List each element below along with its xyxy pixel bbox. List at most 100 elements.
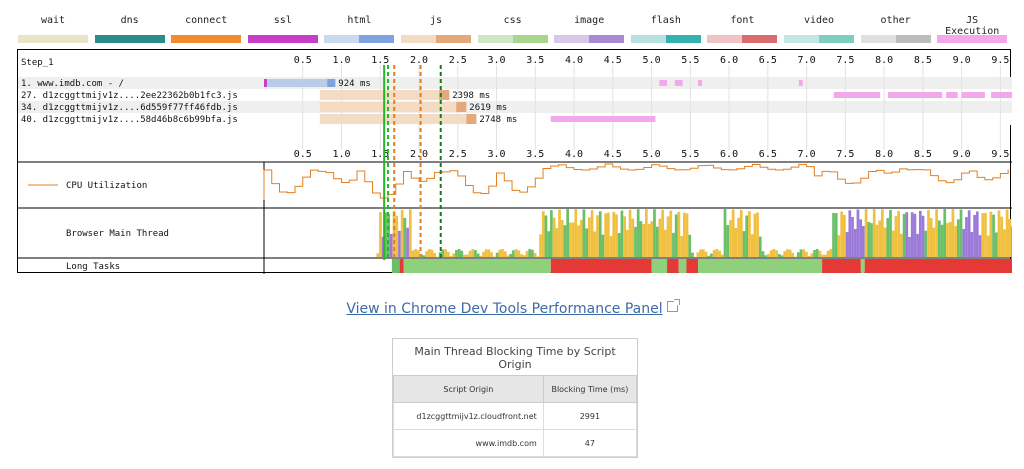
legend-label-ssl: ssl (273, 15, 292, 26)
main-thread-bar (634, 226, 637, 257)
main-thread-bar (943, 209, 947, 257)
tick-label-bottom: 6.5 (759, 149, 777, 160)
main-thread-bar (395, 215, 399, 257)
request-bar-download (466, 114, 477, 124)
request-bar (319, 114, 477, 124)
long-task-bar (678, 259, 687, 273)
main-thread-bar (533, 252, 537, 257)
tick-label-bottom: 2.5 (449, 149, 467, 160)
main-thread-label: Browser Main Thread (66, 229, 169, 239)
main-thread-bar (547, 231, 551, 257)
main-thread-bar (457, 249, 461, 257)
legend: wait dns connect ssl html js css image flash font… (0, 0, 1024, 48)
js-exec-bar (674, 80, 683, 86)
main-thread-bar (490, 252, 494, 257)
main-thread-bar (441, 249, 445, 257)
main-thread-bar (650, 221, 654, 257)
devtools-link[interactable]: View in Chrome Dev Tools Performance Pan… (346, 301, 662, 317)
main-thread-bar (843, 214, 846, 257)
request-label: 34. d1zcggttmijv1z....6d559f77ff46fdb.js (21, 103, 238, 113)
main-thread-bar (596, 215, 599, 257)
legend-label-other: other (880, 15, 911, 26)
request-bar-download (327, 79, 336, 87)
main-thread-bar (677, 211, 681, 257)
main-thread-bar (837, 235, 841, 257)
main-thread-bar (875, 224, 879, 257)
main-thread-bar (615, 214, 618, 257)
main-thread-bar (862, 225, 865, 257)
legend-swatch (18, 35, 88, 43)
waterfall-chart: Step_1 0.5 0.5 1.0 1.0 1.5 1.5 2.0 2.0 2.5 2.5 3.0 3… (17, 49, 1012, 274)
main-thread-bar (642, 223, 645, 257)
main-thread-bar (674, 214, 678, 257)
main-thread-bar (463, 254, 466, 257)
main-thread-bar (528, 249, 532, 257)
main-thread-bar (734, 228, 738, 257)
main-thread-bar (780, 255, 784, 257)
main-thread-bar (569, 222, 572, 257)
main-thread-bar (756, 212, 759, 257)
main-thread-bar (918, 210, 922, 257)
main-thread-bar (704, 251, 708, 257)
tick-label-top: 2.0 (410, 55, 428, 66)
legend-swatch (401, 35, 471, 43)
main-thread-bar (992, 214, 995, 257)
main-thread-bar (517, 250, 521, 257)
main-thread-bar (967, 210, 971, 257)
js-exec-bar (659, 80, 668, 86)
main-thread-bar (986, 235, 990, 257)
tick-label-bottom: 9.5 (991, 149, 1009, 160)
main-thread-bar (400, 209, 404, 257)
tick-label-top: 9.5 (991, 55, 1009, 66)
main-thread-bar (829, 249, 833, 257)
main-thread-bar (544, 215, 548, 257)
tick-label-bottom: 5.5 (681, 149, 699, 160)
main-thread-bar (574, 209, 578, 257)
main-thread-bar (417, 250, 420, 257)
header-script-origin: Script Origin (393, 375, 544, 403)
main-thread-bar (376, 253, 380, 257)
main-thread-bar (883, 227, 887, 257)
main-thread-bar (691, 252, 694, 257)
main-thread-bar (449, 255, 453, 257)
main-thread-bar (398, 230, 401, 257)
long-task-bar (399, 259, 404, 273)
main-thread-bar (973, 214, 976, 257)
main-thread-bar (786, 249, 789, 257)
legend-swatch (477, 35, 548, 43)
long-task-bar (686, 259, 699, 273)
main-thread-bar (935, 209, 938, 257)
main-thread-bar (799, 249, 803, 257)
main-thread-bar (525, 251, 529, 257)
main-thread-bar (758, 236, 762, 257)
main-thread-bar (715, 249, 719, 257)
main-thread-bar (815, 249, 819, 257)
long-task-bar (698, 259, 823, 273)
main-thread-bar (927, 209, 930, 257)
main-thread-bar (997, 210, 1001, 257)
main-thread-bar (1005, 209, 1009, 257)
table-row: www.imdb.com 47 (393, 429, 638, 457)
main-thread-bar (484, 249, 488, 257)
main-thread-bar (929, 218, 933, 257)
tick-label-top: 7.5 (836, 55, 854, 66)
legend-swatch (247, 35, 318, 43)
long-task-bar (403, 259, 551, 273)
time-cell: 2991 (542, 402, 638, 430)
main-thread-bar (541, 211, 545, 257)
main-thread-bar (555, 228, 559, 257)
main-thread-bar (606, 212, 610, 257)
tick-label-top: 4.0 (565, 55, 583, 66)
main-thread-bar (476, 253, 480, 257)
main-thread-bar (468, 250, 472, 257)
long-task-bar (822, 259, 861, 273)
main-thread-bar (739, 210, 743, 257)
main-thread-bar (913, 213, 917, 257)
main-thread-bar (897, 210, 900, 257)
tick-label-top: 3.5 (526, 55, 544, 66)
request-duration: 924 ms (338, 79, 371, 89)
main-thread-bar (981, 213, 985, 257)
main-thread-bar (604, 213, 607, 257)
main-thread-bar (826, 250, 830, 257)
main-thread-bar (631, 218, 635, 257)
